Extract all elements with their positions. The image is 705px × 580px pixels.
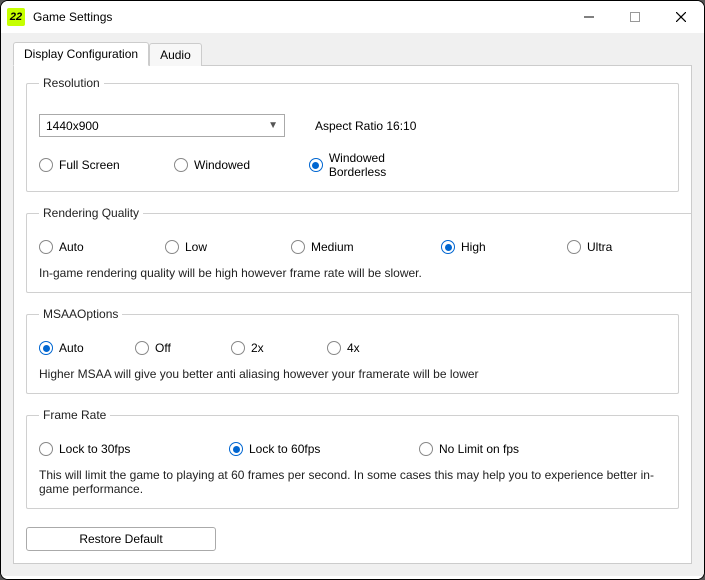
radio-label: Low — [185, 240, 207, 254]
framerate-description: This will limit the game to playing at 6… — [39, 468, 666, 496]
radio-full-screen[interactable]: Full Screen — [39, 158, 174, 172]
tab-label: Audio — [160, 48, 191, 62]
radio-icon — [229, 442, 243, 456]
game-settings-window: 22 Game Settings Display Configuration A… — [0, 0, 705, 580]
radio-label: Full Screen — [59, 158, 120, 172]
radio-label: Auto — [59, 341, 84, 355]
radio-icon — [327, 341, 341, 355]
tab-strip: Display Configuration Audio — [13, 41, 692, 65]
radio-label: High — [461, 240, 486, 254]
close-button[interactable] — [658, 1, 704, 33]
chevron-down-icon: ▼ — [268, 120, 278, 131]
group-legend: Frame Rate — [39, 408, 110, 422]
group-rendering-quality: Rendering Quality Auto Low Medium High U… — [26, 206, 692, 293]
radio-quality-auto[interactable]: Auto — [39, 240, 165, 254]
radio-lock-30fps[interactable]: Lock to 30fps — [39, 442, 229, 456]
radio-icon — [567, 240, 581, 254]
radio-label: Auto — [59, 240, 84, 254]
radio-label: 4x — [347, 341, 360, 355]
tabpage-display: Resolution 1440x900 ▼ Aspect Ratio 16:10… — [13, 65, 692, 564]
radio-label: 2x — [251, 341, 264, 355]
radio-icon — [39, 341, 53, 355]
radio-quality-ultra[interactable]: Ultra — [567, 240, 692, 254]
titlebar: 22 Game Settings — [1, 1, 704, 33]
app-icon: 22 — [7, 8, 25, 26]
radio-icon — [291, 240, 305, 254]
radio-label: Lock to 60fps — [249, 442, 320, 456]
minimize-icon — [584, 12, 594, 22]
radio-quality-high[interactable]: High — [441, 240, 567, 254]
radio-label: Off — [155, 341, 171, 355]
radio-msaa-2x[interactable]: 2x — [231, 341, 327, 355]
group-resolution: Resolution 1440x900 ▼ Aspect Ratio 16:10… — [26, 76, 679, 192]
radio-msaa-auto[interactable]: Auto — [39, 341, 135, 355]
msaa-description: Higher MSAA will give you better anti al… — [39, 367, 666, 381]
radio-icon — [441, 240, 455, 254]
radio-icon — [231, 341, 245, 355]
restore-default-button[interactable]: Restore Default — [26, 527, 216, 551]
tab-label: Display Configuration — [24, 47, 138, 61]
radio-quality-low[interactable]: Low — [165, 240, 291, 254]
maximize-icon — [630, 12, 640, 22]
aspect-ratio-label: Aspect Ratio 16:10 — [315, 119, 416, 133]
radio-label: Medium — [311, 240, 354, 254]
maximize-button[interactable] — [612, 1, 658, 33]
radio-quality-medium[interactable]: Medium — [291, 240, 441, 254]
group-legend: Resolution — [39, 76, 104, 90]
group-frame-rate: Frame Rate Lock to 30fps Lock to 60fps N… — [26, 408, 679, 509]
radio-icon — [39, 240, 53, 254]
radio-label: Windowed — [194, 158, 250, 172]
radio-icon — [419, 442, 433, 456]
radio-windowed[interactable]: Windowed — [174, 158, 309, 172]
radio-no-limit-fps[interactable]: No Limit on fps — [419, 442, 609, 456]
rendering-description: In-game rendering quality will be high h… — [39, 266, 692, 280]
radio-label: Ultra — [587, 240, 612, 254]
radio-icon — [39, 442, 53, 456]
radio-icon — [309, 158, 323, 172]
resolution-dropdown[interactable]: 1440x900 ▼ — [39, 114, 285, 137]
radio-icon — [135, 341, 149, 355]
dialog-footer: Ok Cancel — [1, 576, 704, 580]
radio-label: Lock to 30fps — [59, 442, 130, 456]
group-legend: Rendering Quality — [39, 206, 143, 220]
radio-windowed-borderless[interactable]: Windowed Borderless — [309, 151, 444, 179]
client-area: Display Configuration Audio Resolution 1… — [1, 33, 704, 576]
radio-icon — [165, 240, 179, 254]
tab-display-configuration[interactable]: Display Configuration — [13, 42, 149, 66]
radio-lock-60fps[interactable]: Lock to 60fps — [229, 442, 419, 456]
radio-msaa-4x[interactable]: 4x — [327, 341, 423, 355]
button-label: Restore Default — [79, 532, 162, 546]
radio-msaa-off[interactable]: Off — [135, 341, 231, 355]
close-icon — [676, 12, 686, 22]
radio-icon — [174, 158, 188, 172]
radio-label: Windowed Borderless — [329, 151, 444, 179]
group-legend: MSAAOptions — [39, 307, 122, 321]
group-msaa: MSAAOptions Auto Off 2x 4x Higher MSAA w… — [26, 307, 679, 394]
radio-label: No Limit on fps — [439, 442, 519, 456]
tab-audio[interactable]: Audio — [149, 43, 202, 66]
window-title: Game Settings — [33, 10, 112, 24]
resolution-selected: 1440x900 — [46, 119, 99, 133]
radio-icon — [39, 158, 53, 172]
minimize-button[interactable] — [566, 1, 612, 33]
